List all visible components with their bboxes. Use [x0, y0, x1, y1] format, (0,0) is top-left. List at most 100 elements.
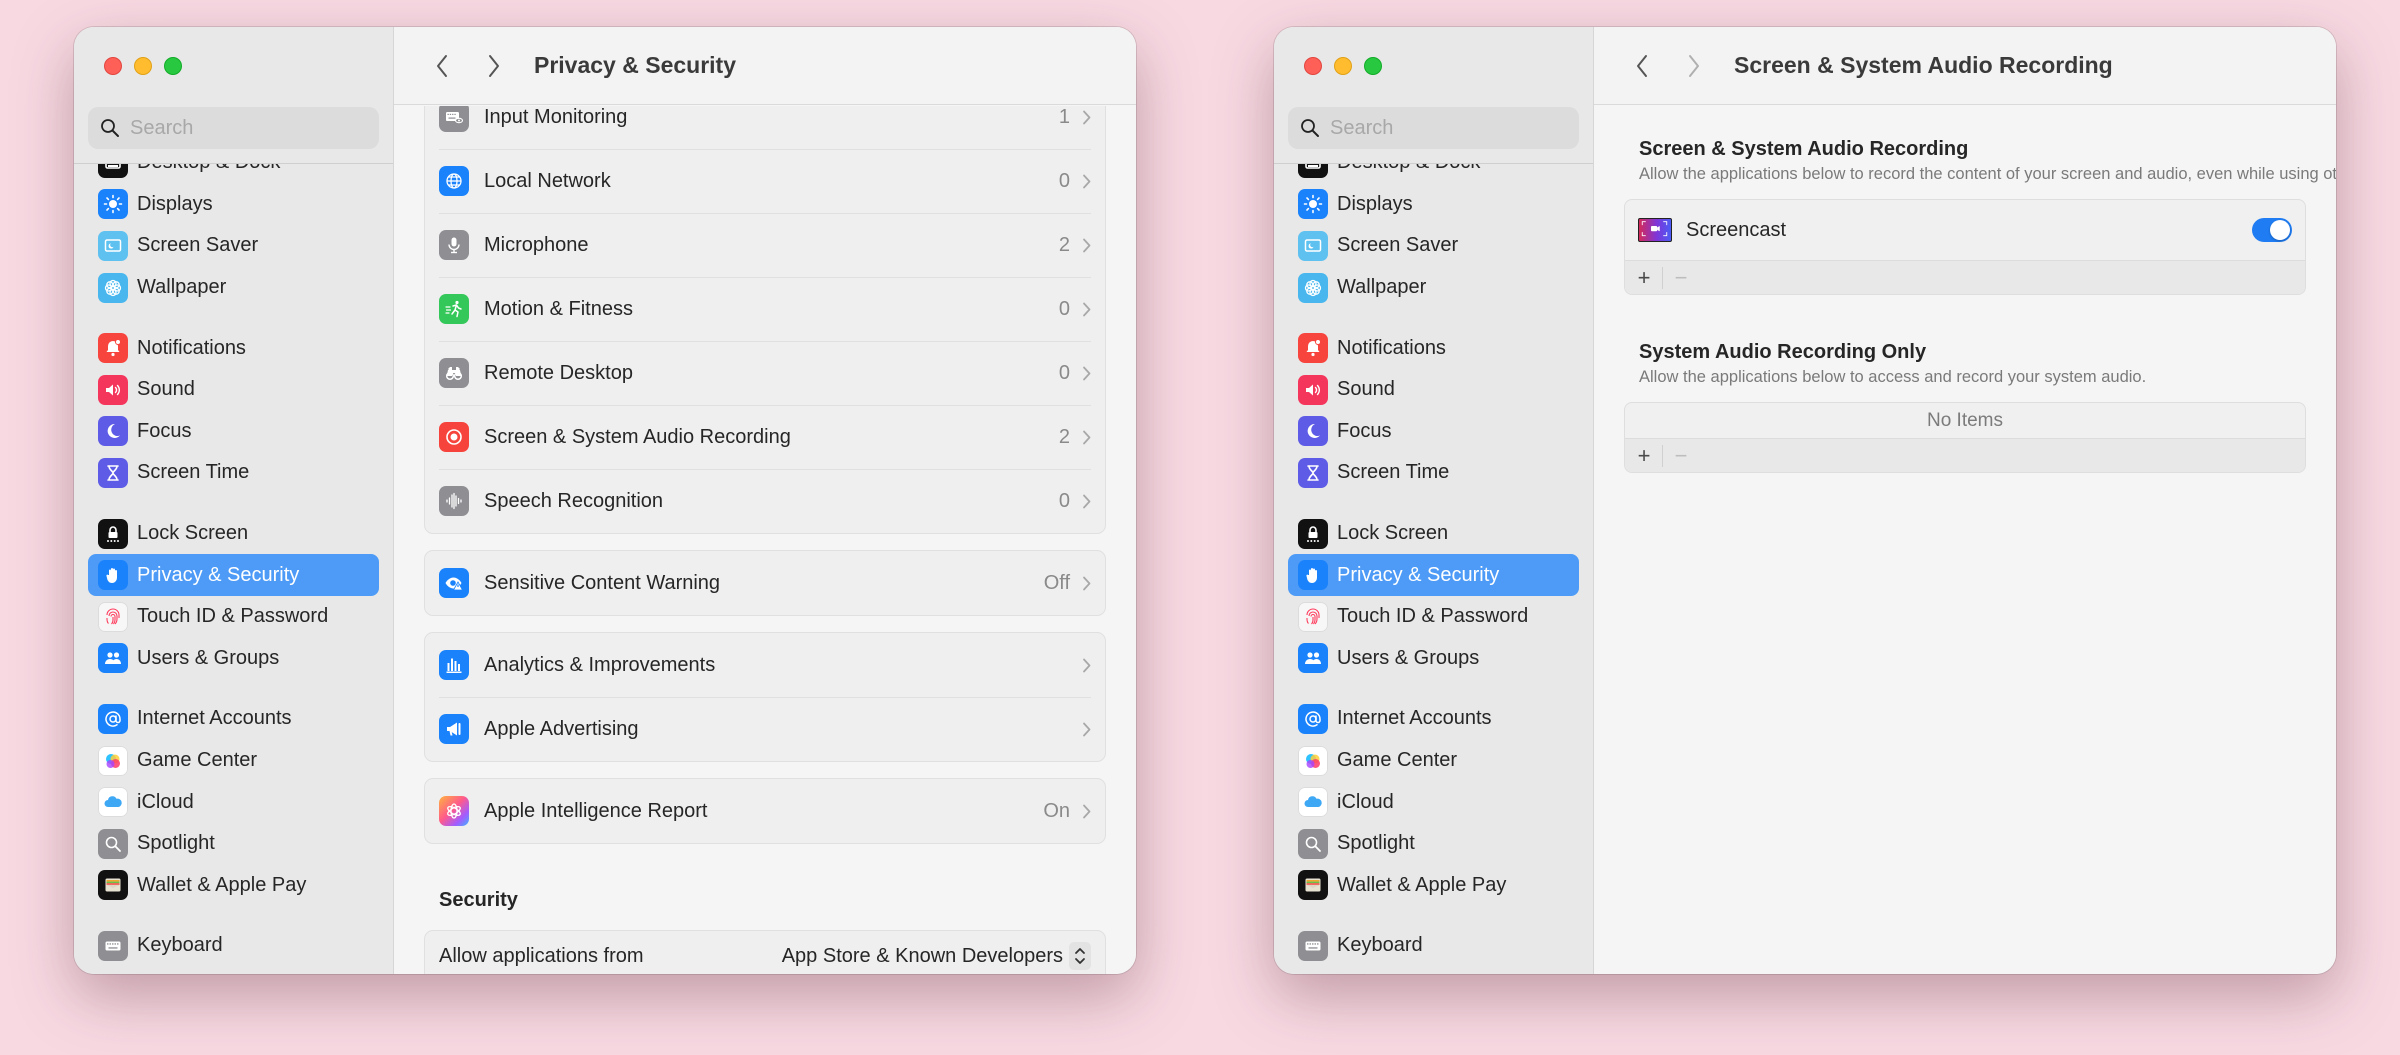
sidebar-item-icloud[interactable]: iCloud — [88, 781, 379, 823]
sidebar-item-internet-accounts[interactable]: Internet Accounts — [88, 698, 379, 740]
sidebar-item-label: Spotlight — [1337, 832, 1415, 855]
add-app-button[interactable]: + — [1633, 443, 1655, 468]
sidebar-item-users-and-groups[interactable]: Users & Groups — [88, 638, 379, 680]
search-icon — [101, 119, 119, 137]
game-center-icon — [1298, 745, 1328, 776]
row-apple-intelligence-report[interactable]: Apple Intelligence Report On — [425, 779, 1105, 843]
sidebar-items: Desktop & Dock Displays Screen Saver Wallpa… — [88, 164, 379, 967]
chevron-right-icon — [1082, 804, 1091, 819]
row-motion-and-fitness[interactable]: Motion & Fitness 0 — [425, 277, 1105, 341]
row-remote-desktop[interactable]: Remote Desktop 0 — [425, 341, 1105, 405]
row-apple-advertising[interactable]: Apple Advertising — [425, 697, 1105, 761]
row-analytics-and-improvements[interactable]: Analytics & Improvements — [425, 633, 1105, 697]
sidebar-item-wallet-and-apple-pay[interactable]: Wallet & Apple Pay — [88, 865, 379, 907]
back-button[interactable] — [1626, 50, 1658, 82]
content-scroll[interactable]: Input Monitoring 1 Local Network 0 Microphon… — [394, 106, 1136, 974]
allow-apps-popup[interactable]: App Store & Known Developers — [782, 942, 1091, 970]
search-icon — [1301, 119, 1319, 137]
apple-intelligence-icon — [439, 796, 469, 826]
sidebar-item-touch-id-and-password[interactable]: Touch ID & Password — [88, 596, 379, 638]
sidebar-item-internet-accounts[interactable]: Internet Accounts — [1288, 698, 1579, 740]
sidebar-item-game-center[interactable]: Game Center — [1288, 740, 1579, 782]
sidebar-item-spotlight[interactable]: Spotlight — [88, 823, 379, 865]
row-label: Sensitive Content Warning — [484, 571, 721, 594]
sidebar-item-notifications[interactable]: Notifications — [1288, 327, 1579, 369]
sidebar-item-keyboard[interactable]: Keyboard — [1288, 925, 1579, 967]
row-sensitive-content-warning[interactable]: Sensitive Content Warning Off — [425, 551, 1105, 615]
search-input[interactable] — [130, 116, 350, 140]
sidebar-item-label: Desktop & Dock — [137, 164, 280, 174]
search-field[interactable] — [1288, 107, 1579, 149]
sidebar-item-lock-screen[interactable]: Lock Screen — [88, 513, 379, 555]
row-input-monitoring[interactable]: Input Monitoring 1 — [425, 106, 1105, 149]
chevron-left-icon — [437, 54, 447, 77]
sidebar-item-screen-saver[interactable]: Screen Saver — [1288, 225, 1579, 267]
sidebar-item-label: Wallpaper — [137, 276, 227, 299]
sidebar-item-users-and-groups[interactable]: Users & Groups — [1288, 638, 1579, 680]
row-label: Local Network — [484, 169, 611, 192]
sun-icon — [98, 189, 128, 220]
allow-apps-row: Allow applications from App Store & Know… — [425, 931, 1105, 974]
minimize-button[interactable] — [134, 57, 152, 75]
close-button[interactable] — [104, 57, 122, 75]
row-speech-recognition[interactable]: Speech Recognition 0 — [425, 469, 1105, 533]
sidebar-item-desktop-and-dock[interactable]: Desktop & Dock — [88, 164, 379, 184]
remove-app-button[interactable]: − — [1670, 265, 1692, 290]
sidebar-list[interactable]: Desktop & Dock Displays Screen Saver Wallpa… — [1274, 164, 1593, 974]
sidebar-item-desktop-and-dock[interactable]: Desktop & Dock — [1288, 164, 1579, 184]
remove-app-button[interactable]: − — [1670, 443, 1692, 468]
sidebar-item-wallpaper[interactable]: Wallpaper — [88, 267, 379, 309]
running-icon — [439, 294, 469, 324]
sidebar-item-privacy-and-security[interactable]: Privacy & Security — [88, 554, 379, 596]
sidebar-item-spotlight[interactable]: Spotlight — [1288, 823, 1579, 865]
chevron-right-icon — [1082, 174, 1091, 189]
search-field[interactable] — [88, 107, 379, 149]
forward-button[interactable] — [1678, 50, 1710, 82]
sidebar-item-sound[interactable]: Sound — [88, 369, 379, 411]
sidebar-item-touch-id-and-password[interactable]: Touch ID & Password — [1288, 596, 1579, 638]
minimize-button[interactable] — [1334, 57, 1352, 75]
zoom-button[interactable] — [1364, 57, 1382, 75]
row-screen-and-system-audio-recording[interactable]: Screen & System Audio Recording 2 — [425, 405, 1105, 469]
row-local-network[interactable]: Local Network 0 — [425, 149, 1105, 213]
sidebar-item-notifications[interactable]: Notifications — [88, 327, 379, 369]
sidebar-item-focus[interactable]: Focus — [1288, 411, 1579, 453]
sidebar-item-sound[interactable]: Sound — [1288, 369, 1579, 411]
app-row-screencast[interactable]: Screencast — [1625, 200, 2305, 260]
footer-divider — [1662, 444, 1663, 467]
hourglass-icon — [98, 457, 128, 488]
sidebar-item-label: Screen Time — [1337, 461, 1450, 484]
at-icon — [98, 703, 128, 734]
sidebar-item-wallpaper[interactable]: Wallpaper — [1288, 267, 1579, 309]
empty-list-text: No Items — [1926, 409, 2004, 431]
sidebar-item-keyboard[interactable]: Keyboard — [88, 925, 379, 967]
users-icon — [1298, 643, 1328, 674]
sidebar-item-label: Users & Groups — [1337, 646, 1480, 669]
sidebar-item-screen-time[interactable]: Screen Time — [1288, 452, 1579, 494]
row-label: Speech Recognition — [484, 489, 664, 512]
sidebar-item-icloud[interactable]: iCloud — [1288, 781, 1579, 823]
row-microphone[interactable]: Microphone 2 — [425, 213, 1105, 277]
back-button[interactable] — [426, 50, 458, 82]
forward-button[interactable] — [478, 50, 510, 82]
screencast-permission-toggle[interactable] — [2252, 218, 2292, 242]
sidebar-item-wallet-and-apple-pay[interactable]: Wallet & Apple Pay — [1288, 865, 1579, 907]
chevron-right-icon — [1082, 576, 1091, 591]
sidebar-item-screen-saver[interactable]: Screen Saver — [88, 225, 379, 267]
zoom-button[interactable] — [164, 57, 182, 75]
sidebar-item-displays[interactable]: Displays — [88, 184, 379, 226]
sidebar-item-lock-screen[interactable]: Lock Screen — [1288, 513, 1579, 555]
game-center-icon — [98, 745, 128, 776]
wallet-icon — [98, 870, 128, 901]
sidebar-item-game-center[interactable]: Game Center — [88, 740, 379, 782]
sidebar-item-screen-time[interactable]: Screen Time — [88, 452, 379, 494]
sidebar-item-privacy-and-security[interactable]: Privacy & Security — [1288, 554, 1579, 596]
search-input[interactable] — [1330, 116, 1550, 140]
add-app-button[interactable]: + — [1633, 265, 1655, 290]
sidebar-item-label: Lock Screen — [1337, 522, 1449, 545]
sidebar-item-focus[interactable]: Focus — [88, 411, 379, 453]
sidebar-list[interactable]: Desktop & Dock Displays Screen Saver Wallpa… — [74, 164, 393, 974]
close-button[interactable] — [1304, 57, 1322, 75]
sidebar-item-displays[interactable]: Displays — [1288, 184, 1579, 226]
